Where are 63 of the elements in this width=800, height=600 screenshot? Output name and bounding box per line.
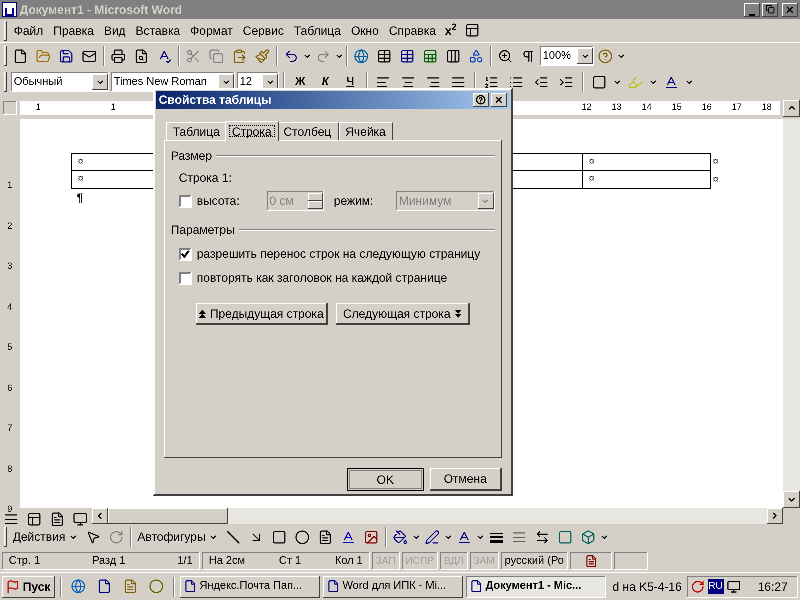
italic-button[interactable]: К <box>314 71 337 93</box>
autoshapes-menu[interactable]: Автофигуры <box>134 527 222 547</box>
ruler-number: 14 <box>642 101 652 114</box>
ruler-number: 16 <box>702 101 712 114</box>
ruler-number: 5 <box>7 341 12 354</box>
ruler-number: 8 <box>7 462 12 476</box>
option-label: разрешить перенос строк на следующую страницу <box>197 246 480 263</box>
ruler-number: 7 <box>7 422 12 435</box>
group-label: Параметры <box>171 222 235 239</box>
dialog-tab[interactable]: Таблица <box>166 122 228 140</box>
end-of-row-mark: ¤ <box>713 156 719 170</box>
actions-menu[interactable]: Действия <box>9 527 82 547</box>
paragraph-mark: ¶ <box>77 190 84 207</box>
window-title: Документ1 - Microsoft Word <box>20 2 184 18</box>
start-button[interactable]: Пуск <box>2 576 55 598</box>
dialog-title: Свойства таблицы <box>159 92 273 109</box>
dialog-tab[interactable]: Строка <box>225 121 279 141</box>
table-cell: ¤ <box>583 171 711 189</box>
taskbar-toolbar-label: d на K5-4-16 <box>612 578 682 596</box>
underline-button[interactable]: Ч <box>339 71 362 93</box>
ruler-number: 9 <box>7 503 12 516</box>
menu-item[interactable]: Вставка <box>130 20 186 40</box>
height-label: высота: <box>197 193 241 210</box>
bold-button[interactable]: Ж <box>289 71 312 93</box>
dialog-tab[interactable]: Ячейка <box>338 122 393 140</box>
ok-button[interactable]: OK <box>347 468 424 491</box>
taskbar-task[interactable]: Яндекс.Почта Пап... <box>180 576 320 598</box>
next-row-button[interactable]: Следующая строка <box>336 303 470 325</box>
ruler-number: 3 <box>7 260 12 273</box>
menu-item[interactable]: Окно <box>346 20 384 40</box>
ruler-number: 6 <box>7 382 12 394</box>
ruler-number: 13 <box>612 101 622 114</box>
language-indicator[interactable]: RU <box>708 579 724 594</box>
menu-item[interactable]: Формат <box>185 20 238 40</box>
cancel-button[interactable]: Отмена <box>430 468 502 491</box>
mode-label: режим: <box>334 193 375 210</box>
ruler-number: 1 <box>111 101 116 114</box>
menu-item[interactable]: Правка <box>48 20 100 40</box>
ruler-number: 17 <box>732 101 742 114</box>
table-cell: ¤ <box>583 153 711 171</box>
style-combo[interactable]: Обычный <box>11 72 109 92</box>
option-label: повторять как заголовок на каждой странице <box>197 270 448 287</box>
ruler-number: 15 <box>672 101 682 114</box>
ruler-number: 2 <box>7 220 12 232</box>
ruler-number: 12 <box>582 101 592 114</box>
zoom-combo[interactable]: 100% <box>540 46 594 66</box>
menu-item[interactable]: Файл <box>9 20 49 40</box>
previous-row-button[interactable]: Предыдущая строка <box>196 303 328 325</box>
clock: 16:27 <box>758 578 788 596</box>
taskbar-task[interactable]: Документ1 - Mic... <box>466 576 606 598</box>
language-field: русский (Ро <box>500 552 568 570</box>
ruler-number: 1 <box>36 101 42 114</box>
menu-item[interactable]: Таблица <box>289 20 346 40</box>
menu-item[interactable]: Вид <box>99 20 131 40</box>
superscript-button[interactable]: x$^{2}$ <box>441 22 461 40</box>
menu-item[interactable]: Сервис <box>238 20 290 40</box>
ruler-number: 18 <box>762 101 772 114</box>
ruler-number: 1 <box>7 179 12 192</box>
taskbar-task[interactable]: Word для ИПК - Mi... <box>322 576 463 598</box>
ruler-number: 4 <box>7 300 12 314</box>
dialog-tab[interactable]: Столбец <box>276 122 338 140</box>
menu-item[interactable]: Справка <box>384 20 442 40</box>
end-of-row-mark: ¤ <box>713 174 719 188</box>
